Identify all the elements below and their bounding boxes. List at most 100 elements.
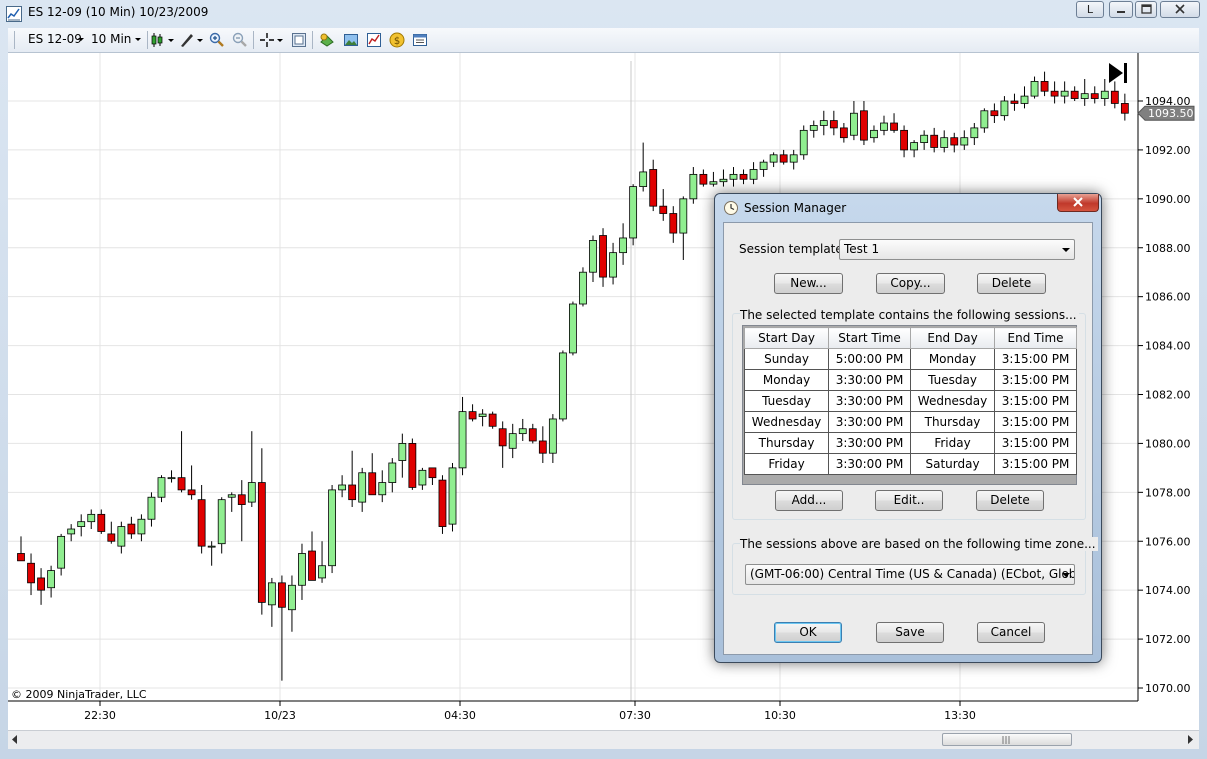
data-box-icon[interactable] [291, 32, 307, 48]
column-header-start-time[interactable]: Start Time [828, 327, 911, 349]
candle-body [468, 411, 477, 420]
candle-body [368, 472, 377, 496]
cell-start-day[interactable]: Friday [743, 453, 830, 475]
cell-end-time[interactable]: 3:15:00 PM [994, 453, 1077, 475]
strategy-icon[interactable]: $ [389, 32, 405, 48]
toolbar-separator [312, 31, 313, 49]
candle-body [348, 484, 357, 501]
session-row[interactable]: Friday 3:30:00 PM Saturday 3:15:00 PM [743, 453, 1077, 475]
session-row[interactable]: Tuesday 3:30:00 PM Wednesday 3:15:00 PM [743, 390, 1077, 412]
drawing-tool-icon[interactable] [179, 32, 205, 48]
cell-start-time[interactable]: 3:30:00 PM [828, 453, 911, 475]
cell-start-time[interactable]: 3:30:00 PM [828, 390, 911, 412]
toolbar-separator [253, 31, 254, 49]
y-axis-tick-label: 1088.00 [1145, 242, 1191, 255]
candle-body [528, 428, 537, 442]
cell-end-time[interactable]: 3:15:00 PM [994, 411, 1077, 433]
candle-body [217, 499, 226, 545]
cell-start-time[interactable]: 3:30:00 PM [828, 432, 911, 454]
close-button[interactable] [1160, 1, 1200, 18]
chart-toolbar: ES 12-09 10 Min $ [8, 28, 1199, 53]
candle-body [960, 137, 969, 146]
ok-button[interactable]: OK [774, 622, 842, 643]
cell-start-time[interactable]: 5:00:00 PM [828, 348, 911, 370]
session-row[interactable]: Sunday 5:00:00 PM Monday 3:15:00 PM [743, 348, 1077, 370]
candle-body [609, 252, 617, 278]
instrument-selector[interactable]: ES 12-09 [20, 28, 86, 52]
candle-body [318, 565, 326, 579]
properties-icon[interactable] [412, 32, 428, 48]
y-axis-tick-label: 1078.00 [1145, 486, 1191, 499]
indicator-icon[interactable] [366, 32, 382, 48]
edit-session-button[interactable]: Edit.. [875, 490, 943, 511]
save-button[interactable]: Save [876, 622, 944, 643]
scroll-left-icon[interactable] [11, 735, 19, 744]
scroll-right-icon[interactable] [1187, 735, 1195, 744]
instrument-link-icon[interactable] [319, 32, 335, 48]
candle-body [227, 494, 236, 498]
delete-template-button[interactable]: Delete [977, 273, 1046, 294]
scroll-to-end-icon[interactable] [1109, 63, 1127, 83]
minimize-button[interactable] [1109, 1, 1133, 18]
delete-session-button[interactable]: Delete [976, 490, 1044, 511]
crosshair-icon[interactable] [259, 32, 285, 48]
window-title: ES 12-09 (10 Min) 10/23/2009 [28, 5, 209, 19]
copy-template-button[interactable]: Copy... [876, 273, 945, 294]
cell-start-day[interactable]: Sunday [743, 348, 830, 370]
cell-start-time[interactable]: 3:30:00 PM [828, 411, 911, 433]
chevron-down-icon [1062, 248, 1070, 252]
column-header-end-time[interactable]: End Time [994, 327, 1077, 349]
cell-end-day[interactable]: Thursday [909, 411, 996, 433]
zoom-out-icon[interactable] [232, 32, 248, 48]
horizontal-scrollbar[interactable] [8, 730, 1199, 749]
cell-end-day[interactable]: Friday [909, 432, 996, 454]
candle-body [1070, 90, 1079, 99]
cell-start-day[interactable]: Thursday [743, 432, 830, 454]
image-icon[interactable] [343, 32, 359, 48]
add-session-button[interactable]: Add... [775, 490, 843, 511]
cell-start-time[interactable]: 3:30:00 PM [828, 369, 911, 391]
cancel-button[interactable]: Cancel [977, 622, 1045, 643]
candle-body [910, 142, 919, 151]
candle-body [930, 134, 939, 148]
candle-body [699, 173, 708, 185]
y-axis-tick-label: 1092.00 [1145, 144, 1191, 157]
cell-end-day[interactable]: Wednesday [909, 390, 996, 412]
candle-body [920, 134, 929, 143]
session-template-dropdown[interactable]: Test 1 [839, 239, 1075, 260]
lock-button[interactable]: L [1076, 1, 1104, 18]
cell-start-day[interactable]: Monday [743, 369, 830, 391]
close-icon [1175, 4, 1185, 14]
dialog-close-button[interactable] [1057, 194, 1099, 212]
cell-start-day[interactable]: Wednesday [743, 411, 830, 433]
cell-end-day[interactable]: Monday [909, 348, 996, 370]
candle-body [167, 477, 176, 480]
column-header-end-day[interactable]: End Day [909, 327, 996, 349]
cell-start-day[interactable]: Tuesday [743, 390, 830, 412]
scrollbar-thumb[interactable] [942, 733, 1072, 746]
cell-end-day[interactable]: Tuesday [909, 369, 996, 391]
bar-type-icon[interactable] [150, 32, 176, 48]
zoom-in-icon[interactable] [209, 32, 225, 48]
cell-end-time[interactable]: 3:15:00 PM [994, 348, 1077, 370]
interval-selector[interactable]: 10 Min [88, 28, 144, 52]
title-bar[interactable]: ES 12-09 (10 Min) 10/23/2009 L [0, 0, 1207, 27]
x-axis-tick-label: 04:30 [444, 709, 476, 722]
candle-body [970, 127, 979, 139]
candle-body [579, 271, 587, 305]
column-header-start-day[interactable]: Start Day [743, 327, 830, 349]
cell-end-time[interactable]: 3:15:00 PM [994, 390, 1077, 412]
session-row[interactable]: Monday 3:30:00 PM Tuesday 3:15:00 PM [743, 369, 1077, 391]
session-row[interactable]: Thursday 3:30:00 PM Friday 3:15:00 PM [743, 432, 1077, 454]
session-row[interactable]: Wednesday 3:30:00 PM Thursday 3:15:00 PM [743, 411, 1077, 433]
timezone-dropdown[interactable]: (GMT-06:00) Central Time (US & Canada) (… [745, 564, 1075, 585]
maximize-button[interactable] [1135, 1, 1157, 18]
cell-end-time[interactable]: 3:15:00 PM [994, 369, 1077, 391]
new-template-button[interactable]: New... [774, 273, 843, 294]
sessions-grid[interactable]: Start Day Start Time End Day End Time Su… [742, 325, 1077, 485]
y-axis-tick-label: 1072.00 [1145, 633, 1191, 646]
candle-body [689, 173, 698, 200]
cell-end-time[interactable]: 3:15:00 PM [994, 432, 1077, 454]
cell-end-day[interactable]: Saturday [909, 453, 996, 475]
candle-body [639, 171, 648, 188]
